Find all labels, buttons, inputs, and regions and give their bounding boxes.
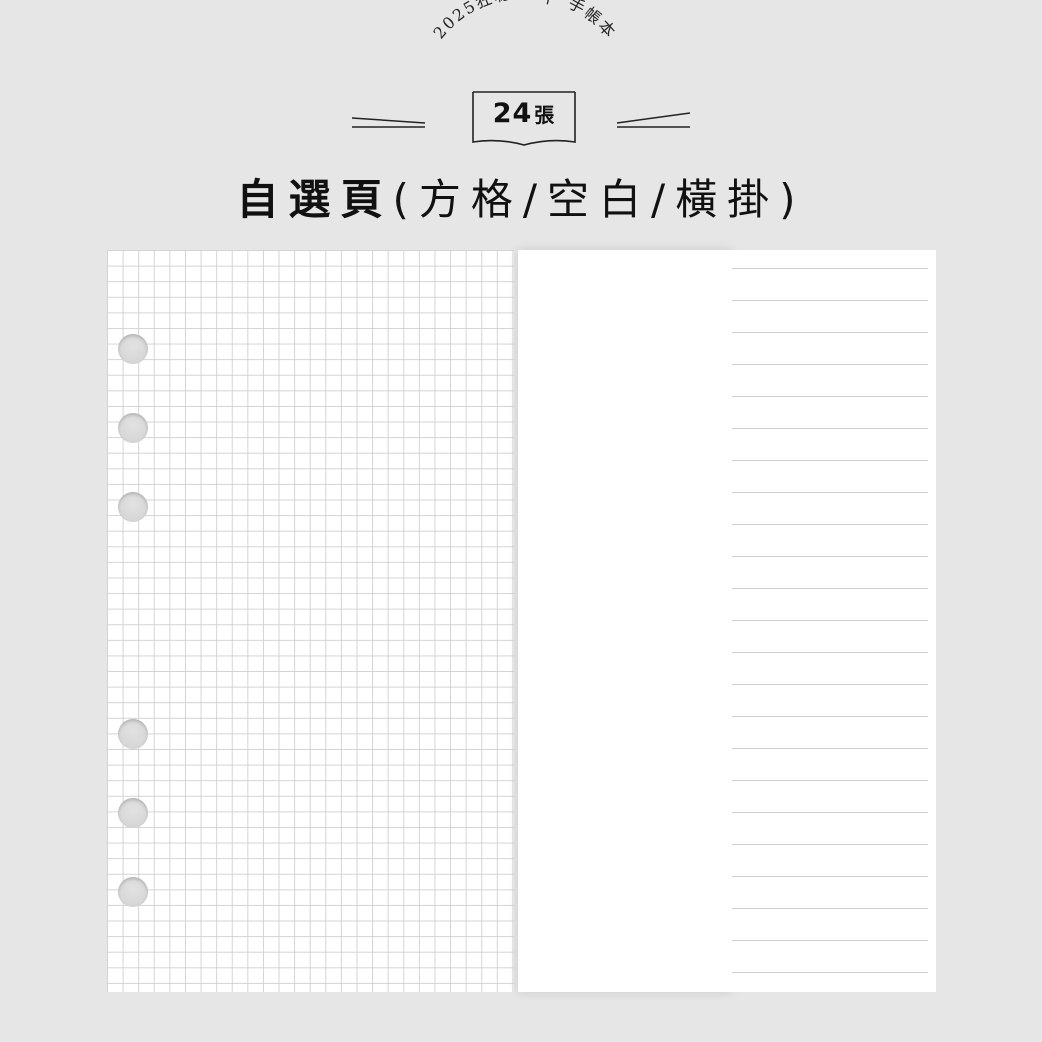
arc-divider: | bbox=[545, 0, 557, 6]
arc-text-left: 2025狂聰年 bbox=[429, 0, 530, 42]
arc-text-right: 手帳本 bbox=[565, 0, 620, 42]
binder-hole bbox=[118, 492, 148, 522]
blank-page bbox=[518, 250, 732, 992]
binder-hole bbox=[118, 798, 148, 828]
svg-text:2025狂聰年 | 手帳本: 2025狂聰年 | 手帳本 bbox=[429, 0, 620, 42]
grid-page bbox=[107, 250, 514, 992]
binder-hole bbox=[118, 877, 148, 907]
lined-page bbox=[732, 250, 936, 992]
binder-hole bbox=[118, 719, 148, 749]
title-main: 自選頁 bbox=[236, 175, 393, 224]
page-title: 自選頁(方格/空白/橫掛) bbox=[0, 166, 1042, 227]
badge-number: 24 bbox=[492, 98, 533, 129]
binder-hole bbox=[118, 413, 148, 443]
header: 2025狂聰年 | 手帳本 24張 自選頁(方格/空白/橫掛) bbox=[0, 0, 1042, 240]
badge-unit: 張 bbox=[534, 103, 556, 127]
ruled-lines bbox=[732, 268, 928, 973]
title-sub: (方格/空白/橫掛) bbox=[392, 175, 806, 224]
sheet-count-badge: 24 張 bbox=[471, 88, 577, 146]
binder-hole bbox=[118, 334, 148, 364]
